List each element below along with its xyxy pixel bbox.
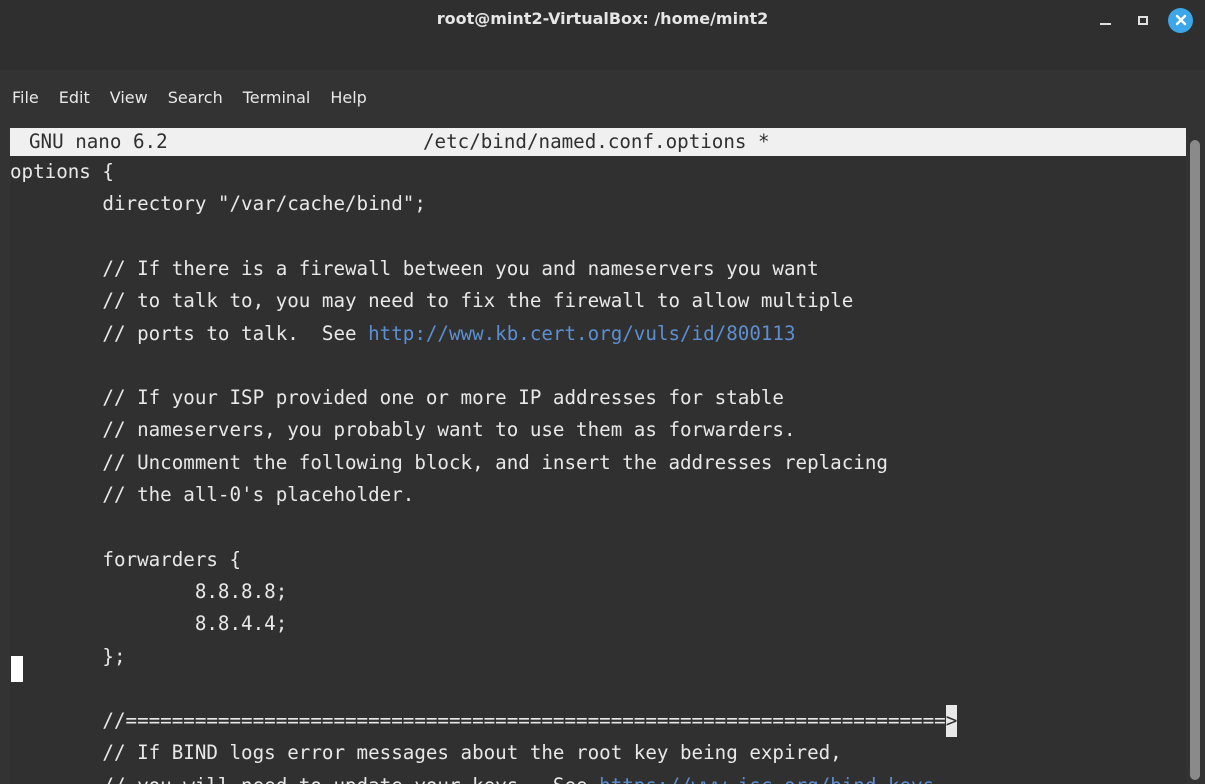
menu-help[interactable]: Help (318, 86, 374, 110)
close-icon (1175, 14, 1186, 26)
minimize-icon (1099, 23, 1111, 25)
editor-line-text: directory "/var/cache/bind"; (10, 192, 426, 216)
editor-line: // the all-0's placeholder. (10, 479, 414, 511)
editor-line-text: // the all-0's placeholder. (10, 483, 415, 506)
editor-line: // If there is a firewall between you an… (10, 253, 819, 285)
editor-line: // If BIND logs error messages about the… (10, 737, 842, 769)
editor-line-text: }; (10, 644, 126, 668)
editor-line-text: // If your ISP provided one or more IP a… (10, 386, 784, 410)
editor-line: // ports to talk. See http://www.kb.cert… (10, 318, 795, 350)
editor-line: //======================================… (10, 705, 958, 738)
title-bar[interactable]: root@mint2-VirtualBox: /home/mint2 File … (0, 0, 1205, 107)
editor-line-text: // to talk to, you may need to fix the f… (10, 289, 854, 313)
editor-line: // nameservers, you probably want to use… (10, 414, 796, 446)
editor-line-text: // If there is a firewall between you an… (10, 256, 819, 280)
editor-line: directory "/var/cache/bind"; (10, 188, 426, 220)
editor-line: 8.8.4.4; (10, 608, 287, 640)
editor-line-text: //======================================… (10, 709, 831, 733)
editor-line: // If your ISP provided one or more IP a… (10, 382, 784, 414)
editor-line: // to talk to, you may need to fix the f… (10, 285, 853, 317)
editor-line-url[interactable]: https://www.isc.org/bind-keys (599, 774, 934, 784)
nano-header: GNU nano 6.2 /etc/bind/named.conf.option… (10, 128, 1186, 156)
window-title: root@mint2-VirtualBox: /home/mint2 (436, 9, 769, 28)
editor-line-text: // you will need to update your keys. Se… (10, 774, 599, 784)
menu-edit[interactable]: Edit (47, 86, 98, 110)
editor-line-text: // nameservers, you probably want to use… (10, 418, 796, 442)
editor-line: 8.8.8.8; (10, 576, 287, 608)
terminal-window: root@mint2-VirtualBox: /home/mint2 File … (0, 0, 1205, 784)
maximize-button[interactable] (1130, 7, 1156, 33)
nano-filename: /etc/bind/named.conf.options * (423, 130, 770, 153)
editor-line-text: // If BIND logs error messages about the… (10, 741, 842, 765)
editor-line-text: // ports to talk. See (10, 321, 369, 345)
editor-line-url[interactable]: http://www.kb.cert.org/vuls/id/800113 (368, 322, 795, 345)
line-overflow-marker: > (945, 705, 958, 738)
editor-line-fill: ========== (830, 709, 946, 733)
editor-line: // you will need to update your keys. Se… (10, 770, 934, 784)
menu-file[interactable]: File (0, 86, 47, 110)
minimize-button[interactable] (1092, 7, 1118, 33)
editor-line-text: options { (10, 160, 114, 183)
maximize-icon (1138, 15, 1148, 25)
editor-line: }; (10, 641, 126, 673)
editor-line-text: 8.8.4.4; (10, 612, 288, 636)
scrollbar-thumb[interactable] (1190, 140, 1200, 780)
editor-line: forwarders { (10, 544, 241, 576)
terminal-content[interactable]: GNU nano 6.2 /etc/bind/named.conf.option… (10, 128, 1186, 784)
close-button[interactable] (1168, 7, 1193, 33)
editor-line-text: forwarders { (10, 547, 242, 571)
menu-bar: File Edit View Search Terminal Help (0, 86, 375, 110)
menu-search[interactable]: Search (156, 86, 231, 110)
scrollbar[interactable] (1186, 128, 1205, 784)
window-controls (1092, 5, 1193, 35)
editor-line: // Uncomment the following block, and in… (10, 447, 888, 479)
nano-version: GNU nano 6.2 (29, 130, 168, 153)
editor-line-text: 8.8.8.8; (10, 579, 288, 603)
menu-terminal[interactable]: Terminal (231, 86, 319, 110)
editor-line: options { (10, 156, 114, 188)
menu-view[interactable]: View (98, 86, 156, 110)
editor-line-text: // Uncomment the following block, and in… (10, 450, 888, 474)
